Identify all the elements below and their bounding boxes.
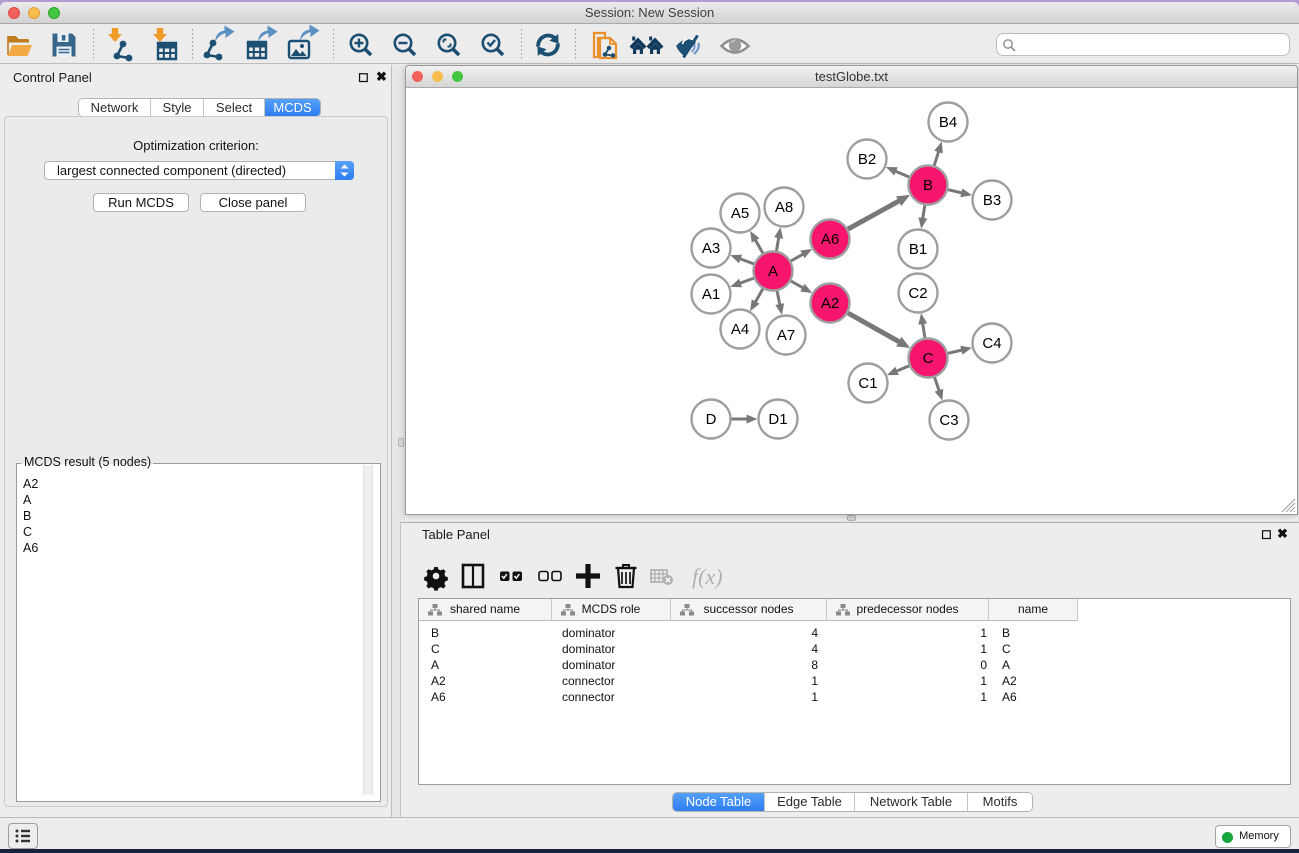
svg-text:C2: C2	[908, 285, 927, 302]
svg-text:C3: C3	[939, 412, 958, 429]
svg-text:A6: A6	[821, 231, 839, 248]
svg-text:B2: B2	[858, 151, 876, 168]
svg-text:A: A	[768, 263, 778, 280]
svg-text:C: C	[923, 350, 934, 367]
svg-text:D: D	[706, 411, 717, 428]
svg-text:C1: C1	[858, 375, 877, 392]
svg-text:D1: D1	[768, 411, 787, 428]
svg-text:C4: C4	[982, 335, 1001, 352]
svg-text:B: B	[923, 177, 933, 194]
svg-text:A4: A4	[731, 321, 749, 338]
svg-text:B1: B1	[909, 241, 927, 258]
svg-text:A1: A1	[702, 286, 720, 303]
svg-text:B4: B4	[939, 114, 957, 131]
svg-text:A2: A2	[821, 295, 839, 312]
svg-text:B3: B3	[983, 192, 1001, 209]
svg-text:f(x): f(x)	[692, 564, 723, 589]
svg-text:A8: A8	[775, 199, 793, 216]
svg-text:A3: A3	[702, 240, 720, 257]
svg-text:A7: A7	[777, 327, 795, 344]
svg-text:A5: A5	[731, 205, 749, 222]
